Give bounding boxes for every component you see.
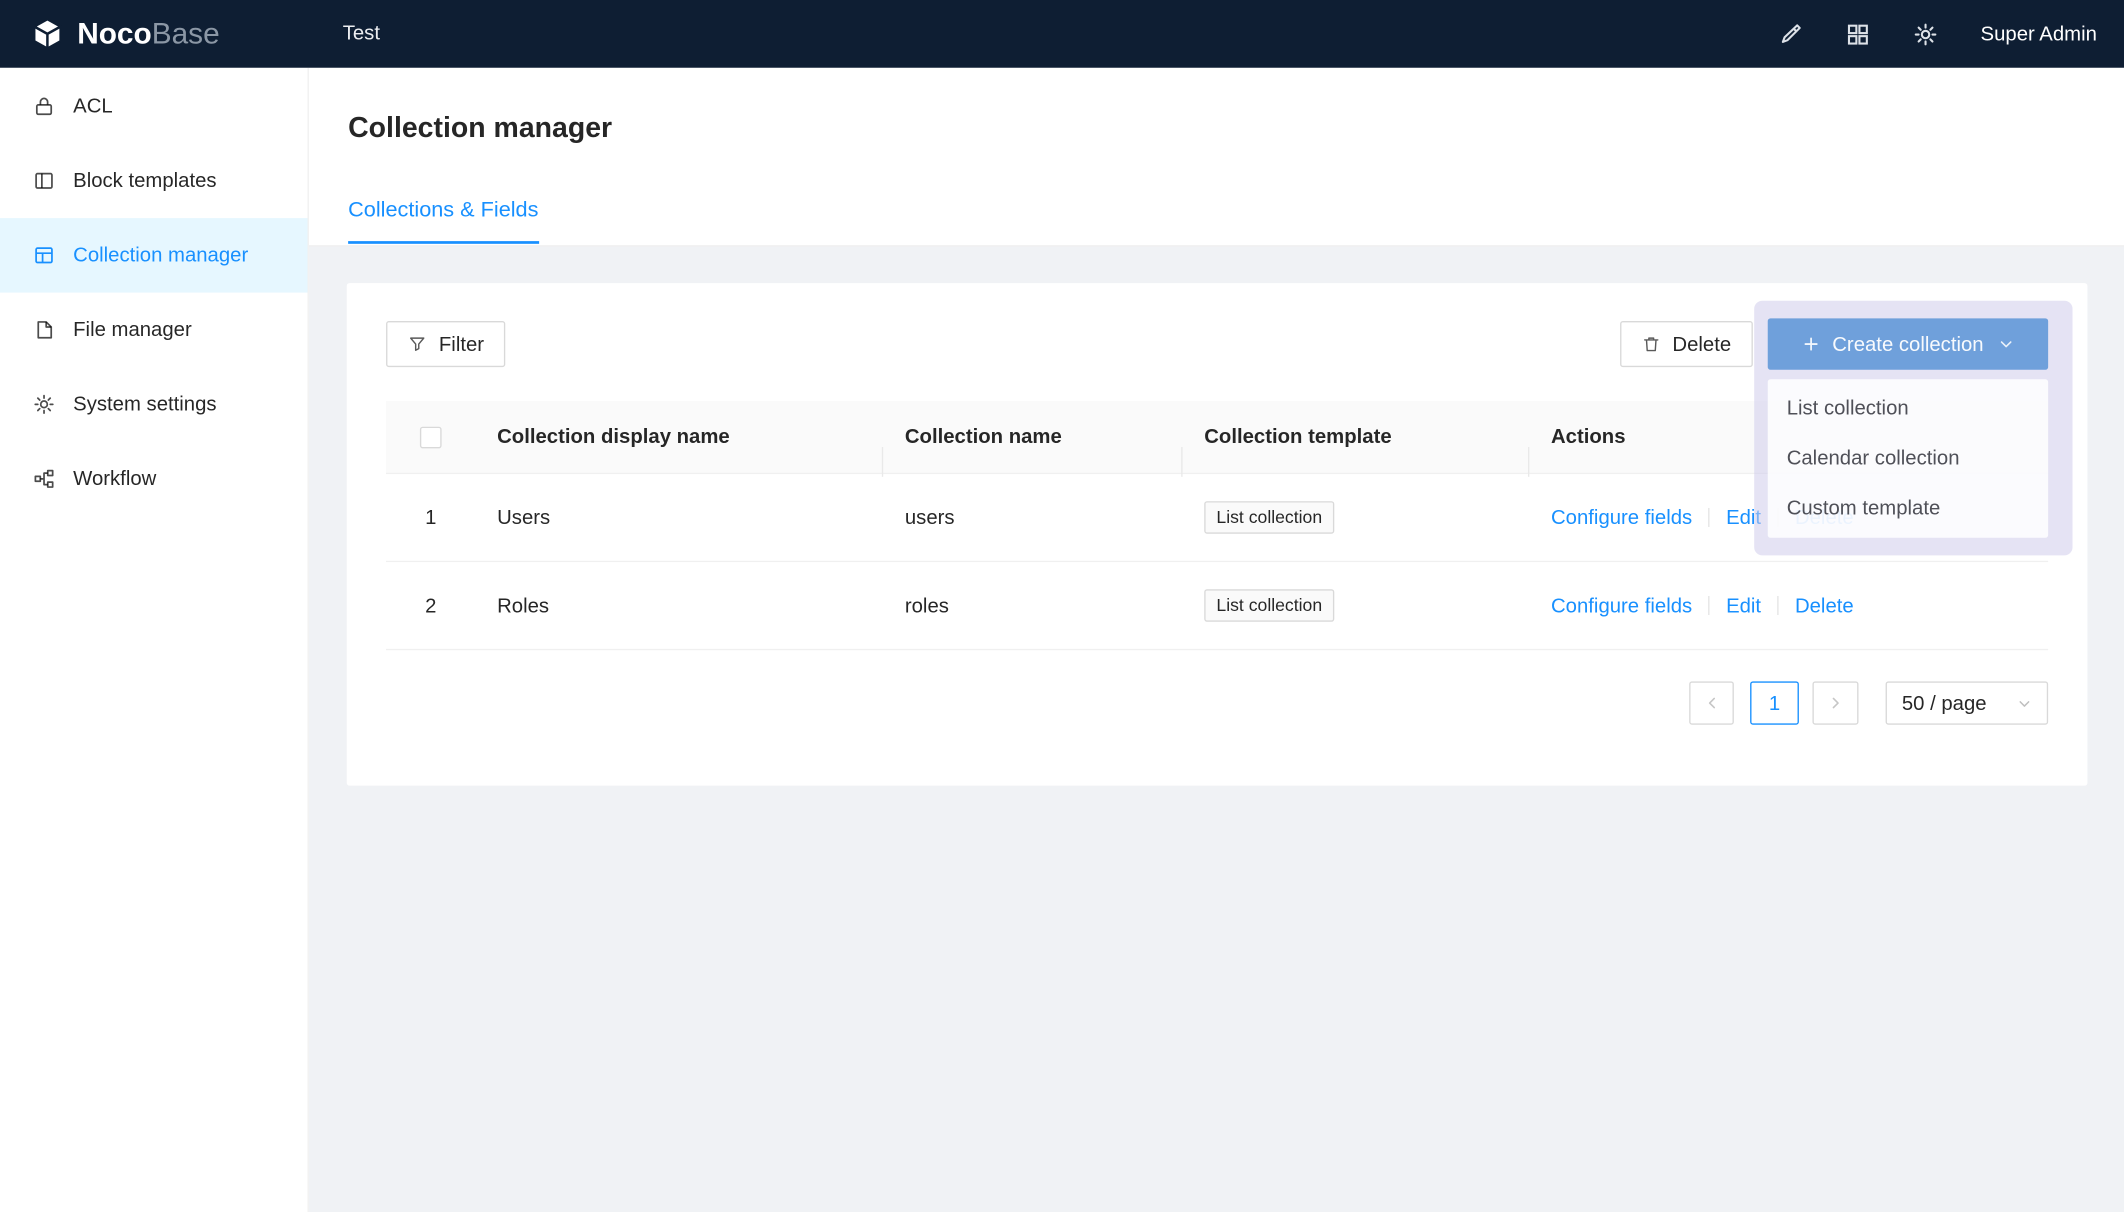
display-name-cell: Roles — [475, 594, 883, 617]
settings-gear-icon[interactable] — [1913, 21, 1939, 47]
template-cell: List collection — [1183, 589, 1530, 622]
chevron-down-icon — [2017, 696, 2032, 711]
sidebar-item-system-settings[interactable]: System settings — [0, 367, 307, 442]
brand-text: NocoBase — [77, 16, 219, 51]
page-size-value: 50 / page — [1902, 692, 1987, 715]
menu-item-list-collection[interactable]: List collection — [1768, 383, 2048, 433]
sidebar: ACL Block templates Collection manager F… — [0, 68, 309, 1212]
display-name-cell: Users — [475, 506, 883, 529]
action-divider — [1708, 595, 1709, 614]
collections-card: Filter Delete Collection display name Co… — [347, 283, 2088, 786]
sidebar-item-label: File manager — [73, 318, 192, 341]
topbar-right: Super Admin — [1777, 21, 2124, 47]
app: NocoBase Test Super Admin ACL Block temp… — [0, 0, 2124, 1212]
pagination-prev-button[interactable] — [1689, 681, 1734, 724]
topbar: NocoBase Test Super Admin — [0, 0, 2124, 68]
lock-icon — [33, 95, 56, 118]
select-all-cell — [386, 426, 475, 448]
edit-link[interactable]: Edit — [1726, 594, 1761, 617]
layout-icon — [33, 169, 56, 192]
create-collection-label: Create collection — [1832, 333, 1983, 356]
page-size-select[interactable]: 50 / page — [1886, 681, 2049, 724]
create-collection-dropdown: Create collection List collection Calend… — [1754, 301, 2072, 556]
col-header-display-name: Collection display name — [475, 425, 883, 448]
page-header: Collection manager Collections & Fields — [309, 68, 2124, 247]
create-collection-button[interactable]: Create collection — [1768, 318, 2048, 369]
filter-button[interactable]: Filter — [386, 321, 506, 367]
template-tag: List collection — [1204, 589, 1334, 622]
menu-item-calendar-collection[interactable]: Calendar collection — [1768, 433, 2048, 483]
sidebar-item-block-templates[interactable]: Block templates — [0, 144, 307, 219]
chevron-down-icon — [1999, 336, 2015, 352]
brand[interactable]: NocoBase — [0, 16, 309, 51]
top-menu: Test — [309, 0, 402, 68]
col-header-collection-name: Collection name — [883, 425, 1182, 448]
pagination: 1 50 / page — [1689, 681, 2048, 724]
actions-cell: Configure fields Edit Delete — [1529, 594, 2048, 617]
file-icon — [33, 318, 56, 341]
action-divider — [1708, 507, 1709, 526]
collection-name-cell: users — [883, 506, 1182, 529]
filter-icon — [408, 335, 427, 354]
configure-fields-link[interactable]: Configure fields — [1551, 594, 1692, 617]
sidebar-item-label: Workflow — [73, 467, 156, 490]
table-row: 2 Roles roles List collection Configure … — [386, 562, 2048, 650]
plus-icon — [1801, 335, 1820, 354]
sidebar-item-label: Block templates — [73, 169, 216, 192]
brand-base: Base — [152, 16, 220, 50]
blocks-grid-icon[interactable] — [1845, 21, 1871, 47]
tab-collections-and-fields[interactable]: Collections & Fields — [348, 199, 538, 244]
sidebar-item-collection-manager[interactable]: Collection manager — [0, 218, 307, 293]
delete-link[interactable]: Delete — [1795, 594, 1854, 617]
gear-icon — [33, 393, 56, 416]
row-index: 1 — [386, 506, 475, 529]
main-content: Collection manager Collections & Fields … — [309, 68, 2124, 1212]
table-icon — [33, 244, 56, 267]
template-tag: List collection — [1204, 501, 1334, 534]
sidebar-item-label: System settings — [73, 393, 216, 416]
pagination-next-button[interactable] — [1812, 681, 1858, 724]
create-collection-menu: List collection Calendar collection Cust… — [1768, 379, 2048, 537]
sidebar-item-label: ACL — [73, 95, 113, 118]
page-title: Collection manager — [348, 108, 2124, 149]
ui-editor-highlighter-icon[interactable] — [1777, 21, 1803, 47]
configure-fields-link[interactable]: Configure fields — [1551, 506, 1692, 529]
sidebar-item-label: Collection manager — [73, 244, 248, 267]
brand-noco: Noco — [77, 16, 152, 50]
sidebar-item-workflow[interactable]: Workflow — [0, 442, 307, 517]
pagination-page-1[interactable]: 1 — [1750, 681, 1799, 724]
sidebar-item-file-manager[interactable]: File manager — [0, 293, 307, 368]
delete-button-label: Delete — [1672, 333, 1731, 356]
sidebar-item-acl[interactable]: ACL — [0, 69, 307, 144]
tabs-bar: Collections & Fields — [348, 199, 2124, 244]
col-header-collection-template: Collection template — [1183, 425, 1530, 448]
menu-item-custom-template[interactable]: Custom template — [1768, 484, 2048, 534]
chevron-left-icon — [1703, 695, 1719, 711]
delete-button[interactable]: Delete — [1620, 321, 1753, 367]
chevron-right-icon — [1827, 695, 1843, 711]
nocobase-logo-icon — [30, 16, 65, 51]
select-all-checkbox[interactable] — [420, 426, 442, 448]
row-index: 2 — [386, 594, 475, 617]
trash-icon — [1641, 335, 1660, 354]
collection-name-cell: roles — [883, 594, 1182, 617]
filter-button-label: Filter — [439, 333, 484, 356]
workflow-icon — [33, 467, 56, 490]
action-divider — [1777, 595, 1778, 614]
template-cell: List collection — [1183, 501, 1530, 534]
user-menu[interactable]: Super Admin — [1981, 22, 2097, 45]
topmenu-item-test[interactable]: Test — [321, 0, 402, 68]
